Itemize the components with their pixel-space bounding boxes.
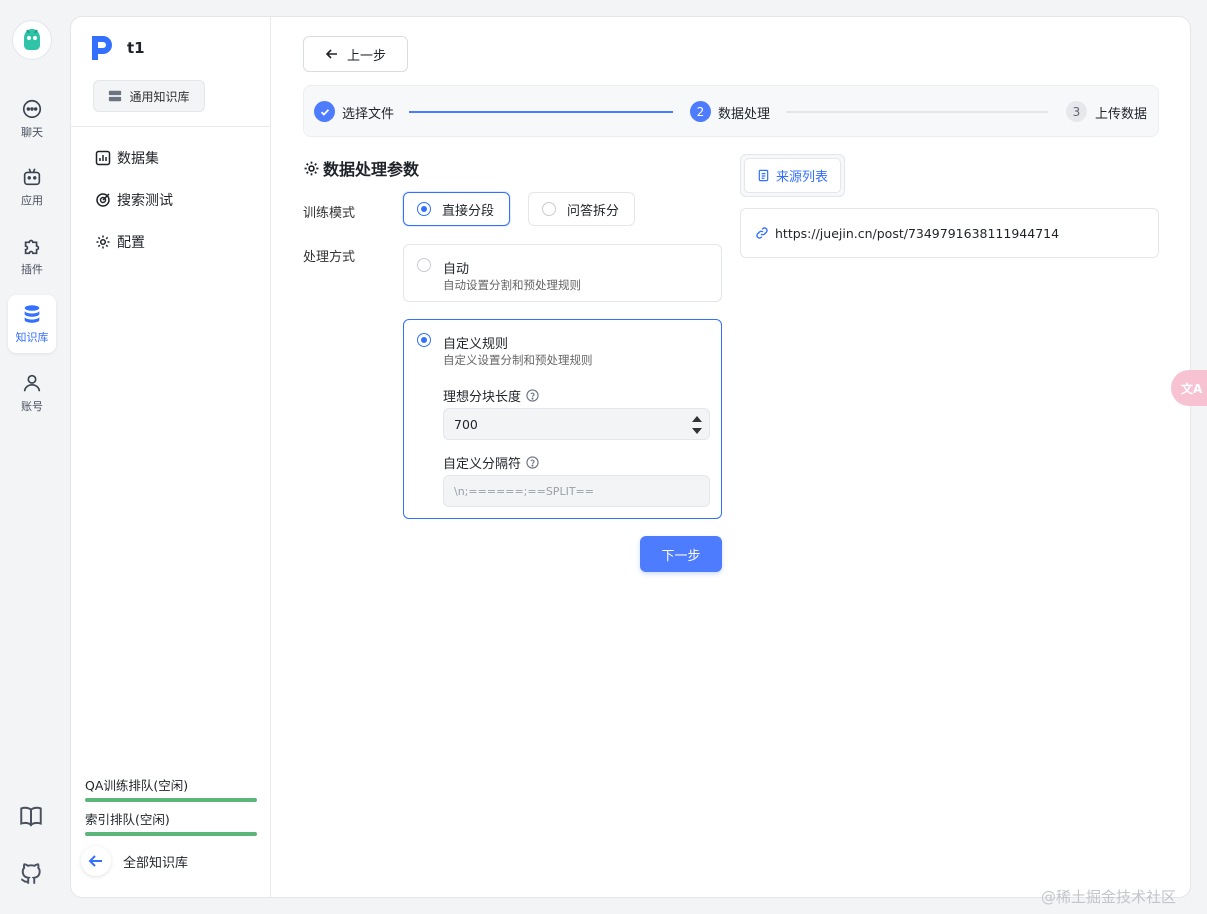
nav-chat[interactable]: 聊天 (8, 90, 56, 148)
source-list-tab-label: 来源列表 (775, 170, 828, 185)
docs-book-icon[interactable] (18, 803, 46, 831)
prev-step-label: 上一步 (346, 48, 386, 64)
step-2-number: 2 (690, 101, 711, 122)
back-to-all-kb[interactable]: 全部知识库 (81, 846, 188, 876)
help-circle-icon[interactable] (526, 389, 539, 402)
separator-placeholder: \n;======;==SPLIT== (454, 484, 594, 498)
chunk-size-value: 700 (454, 416, 478, 432)
watermark: @稀土掘金技术社区 (1041, 888, 1177, 906)
puzzle-icon (24, 239, 40, 255)
mode-direct-chunk[interactable]: 直接分段 (403, 192, 510, 226)
index-queue-bar (85, 832, 257, 836)
translate-float-button[interactable]: 文A (1171, 370, 1207, 406)
index-queue-status: 索引排队(空闲) (85, 809, 257, 836)
step-1-check-icon (314, 101, 335, 122)
user-icon (23, 374, 41, 392)
nav-plugin[interactable]: 插件 (8, 227, 56, 285)
main-card: t1 通用知识库 数据集 搜索测试 配置 QA训练排队(空闲) 索引排队(空闲) (70, 16, 1191, 898)
separator-input[interactable]: \n;======;==SPLIT== (443, 475, 710, 507)
radio-on-icon (417, 333, 431, 347)
process-custom-title: 自定义规则 (443, 337, 509, 352)
document-icon (758, 169, 769, 182)
separator-label-text: 自定义分隔符 (443, 457, 522, 472)
step-3-label: 上传数据 (1095, 107, 1148, 122)
target-icon (96, 193, 110, 207)
next-step-button[interactable]: 下一步 (640, 536, 722, 572)
nav-rail: 聊天 应用 插件 知识库 账号 (0, 0, 64, 914)
arrow-left-icon (325, 49, 337, 59)
mode-qa-split[interactable]: 问答拆分 (528, 192, 635, 226)
step-1-label: 选择文件 (342, 107, 395, 122)
radio-off-icon (417, 258, 431, 272)
step-1-line (409, 111, 673, 113)
sidebar-divider (71, 126, 271, 127)
nav-app[interactable]: 应用 (8, 158, 56, 216)
kb-header: t1 (89, 33, 145, 63)
nav-app-label: 应用 (21, 194, 43, 207)
radio-off-icon (542, 202, 556, 216)
mode-qa-split-label: 问答拆分 (567, 203, 620, 219)
process-auto-title: 自动 (443, 262, 470, 277)
app-logo-icon[interactable] (12, 20, 52, 60)
params-title-text: 数据处理参数 (323, 160, 420, 179)
nav-plugin-label: 插件 (21, 263, 43, 276)
stepper: 选择文件 2 数据处理 3 上传数据 (303, 85, 1159, 137)
bar-chart-icon (95, 150, 111, 166)
qa-queue-status: QA训练排队(空闲) (85, 775, 257, 802)
process-mode-label: 处理方式 (303, 250, 356, 265)
qa-queue-bar (85, 798, 257, 802)
sidebar-item-config[interactable]: 配置 (95, 230, 145, 254)
params-title: 数据处理参数 (303, 156, 419, 180)
mode-direct-chunk-label: 直接分段 (442, 203, 495, 219)
step-3-number: 3 (1066, 101, 1087, 122)
robot-icon (23, 168, 41, 186)
training-mode-label: 训练模式 (303, 206, 356, 221)
chunk-size-label: 理想分块长度 (443, 386, 539, 405)
nav-knowledge-label: 知识库 (15, 331, 49, 344)
number-stepper-icon[interactable] (691, 413, 703, 437)
database-icon (24, 305, 40, 323)
step-2-label: 数据处理 (718, 107, 771, 122)
process-auto-desc: 自动设置分割和预处理规则 (443, 278, 581, 292)
link-icon (756, 227, 768, 239)
chunk-size-label-text: 理想分块长度 (443, 390, 522, 405)
chunk-size-input[interactable]: 700 (443, 408, 710, 440)
separator-label: 自定义分隔符 (443, 453, 539, 472)
kb-sidebar: t1 通用知识库 数据集 搜索测试 配置 QA训练排队(空闲) 索引排队(空闲) (71, 17, 271, 897)
source-list-tab[interactable]: 来源列表 (744, 158, 841, 193)
process-custom-card[interactable]: 自定义规则 自定义设置分制和预处理规则 理想分块长度 700 自定义分隔符 \n… (403, 319, 722, 519)
kb-type-label: 通用知识库 (129, 89, 190, 104)
prev-step-button[interactable]: 上一步 (303, 36, 408, 72)
server-icon (109, 90, 122, 102)
sidebar-item-label: 搜索测试 (117, 193, 173, 209)
step-2-line (786, 111, 1048, 113)
source-list-tab-wrap: 来源列表 (740, 154, 845, 197)
radio-on-icon (417, 202, 431, 216)
sidebar-item-search-test[interactable]: 搜索测试 (95, 188, 173, 212)
back-to-all-kb-label: 全部知识库 (123, 855, 189, 871)
nav-account[interactable]: 账号 (8, 364, 56, 422)
arrow-left-icon (88, 855, 102, 867)
nav-chat-label: 聊天 (21, 126, 43, 139)
kb-type-badge: 通用知识库 (93, 80, 205, 112)
gear-icon (304, 161, 319, 175)
index-queue-label: 索引排队(空闲) (85, 812, 170, 827)
github-icon[interactable] (18, 861, 46, 889)
source-url: https://juejin.cn/post/73497916381119447… (775, 225, 1060, 241)
nav-knowledge[interactable]: 知识库 (8, 295, 56, 353)
kb-avatar-icon (92, 36, 112, 60)
chat-icon (22, 99, 42, 119)
process-auto-card[interactable]: 自动 自动设置分割和预处理规则 (403, 244, 722, 302)
sidebar-item-label: 数据集 (117, 151, 159, 167)
help-circle-icon[interactable] (526, 456, 539, 469)
nav-account-label: 账号 (21, 400, 43, 413)
sidebar-item-label: 配置 (117, 235, 145, 251)
qa-queue-label: QA训练排队(空闲) (85, 778, 189, 793)
source-item[interactable]: https://juejin.cn/post/73497916381119447… (740, 208, 1159, 258)
kb-name: t1 (127, 39, 145, 57)
process-custom-desc: 自定义设置分制和预处理规则 (443, 353, 593, 367)
sidebar-item-dataset[interactable]: 数据集 (95, 146, 159, 170)
gear-icon (96, 235, 110, 249)
